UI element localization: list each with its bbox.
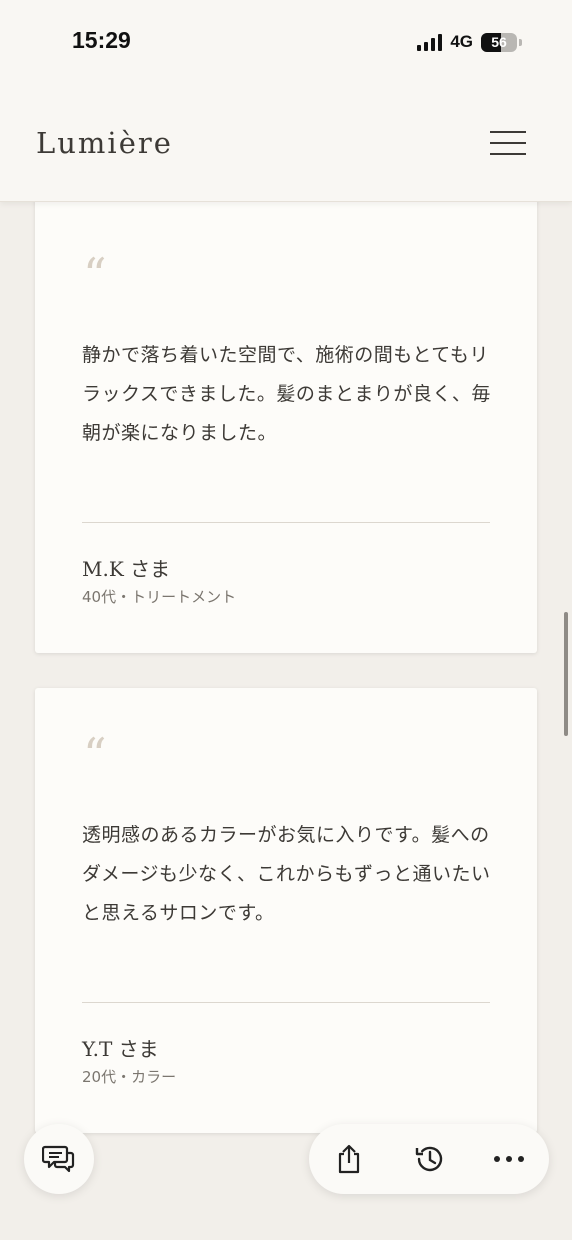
review-card: “ 透明感のあるカラーがお気に入りです。髪へのダメージも少なく、これからもずっと… <box>35 688 537 1133</box>
chat-button[interactable] <box>24 1124 94 1194</box>
quote-mark-icon: “ <box>83 248 107 302</box>
more-button[interactable] <box>487 1137 531 1181</box>
reviewer-name: Y.T さま <box>82 1037 159 1061</box>
share-icon <box>338 1144 360 1174</box>
reviewer-detail: 20代・カラー <box>82 1068 177 1086</box>
history-icon <box>415 1146 443 1172</box>
hamburger-menu-icon[interactable] <box>490 131 526 157</box>
review-divider <box>82 522 490 523</box>
reviewer-name: M.K さま <box>82 557 171 581</box>
battery-cap <box>519 38 522 46</box>
battery-icon: 56 <box>481 32 517 52</box>
brand-logo[interactable]: Lumière <box>36 126 173 160</box>
page: 15:29 4G 56 Lumière “ 静かで落ち着いた空間で、施術の間もと… <box>0 0 572 1240</box>
chat-bubbles-icon <box>42 1145 75 1173</box>
review-text: 静かで落ち着いた空間で、施術の間もとてもリラックスできました。髪のまとまりが良く… <box>82 344 491 444</box>
network-type: 4G <box>450 32 473 51</box>
status-indicators: 4G 56 <box>417 31 522 53</box>
scrollbar[interactable] <box>564 612 568 736</box>
review-text: 透明感のあるカラーがお気に入りです。髪へのダメージも少なく、これからもずっと通い… <box>82 824 491 924</box>
history-button[interactable] <box>407 1137 451 1181</box>
more-icon <box>494 1156 524 1162</box>
site-header: 15:29 4G 56 Lumière <box>0 0 572 202</box>
share-button[interactable] <box>327 1137 371 1181</box>
status-time: 15:29 <box>72 27 131 53</box>
quote-mark-icon: “ <box>83 728 107 782</box>
browser-toolbar <box>309 1124 549 1194</box>
signal-strength-icon <box>417 33 443 51</box>
battery-percent: 56 <box>491 33 507 50</box>
review-divider <box>82 1002 490 1003</box>
reviewer-detail: 40代・トリートメント <box>82 588 237 606</box>
review-card: “ 静かで落ち着いた空間で、施術の間もとてもリラックスできました。髪のまとまりが… <box>35 168 537 653</box>
